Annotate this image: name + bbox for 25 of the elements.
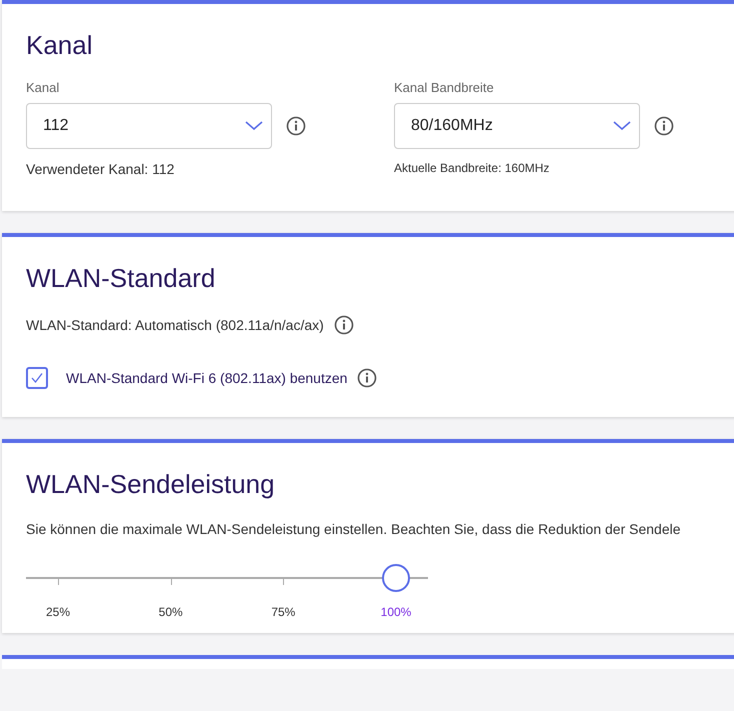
info-icon[interactable] (334, 315, 354, 335)
section-title: Kanal (26, 29, 92, 60)
slider-stop-label[interactable]: 100% (380, 605, 412, 619)
slider-thumb[interactable] (382, 564, 410, 592)
dropdown[interactable]: 80/160MHz (394, 103, 640, 149)
checkbox-label: WLAN-Standard Wi-Fi 6 (802.11ax) benutzen (66, 370, 348, 386)
chevron-down-icon (245, 121, 263, 131)
section-title: WLAN-Standard (26, 262, 216, 293)
slider-stop-label[interactable]: 25% (46, 605, 70, 619)
section-title: WLAN-Sendeleistung (26, 468, 275, 499)
check-icon (30, 372, 44, 384)
field-label: Kanal (26, 80, 60, 95)
status-text: WLAN-Standard: Automatisch (802.11a/n/ac/ax) (26, 317, 324, 333)
slider-stop-label[interactable]: 75% (271, 605, 296, 619)
dropdown[interactable]: 112 (26, 103, 272, 149)
info-icon[interactable] (357, 368, 378, 388)
checkbox[interactable] (26, 367, 48, 389)
status-text: Aktuelle Bandbreite: 160MHz (394, 161, 550, 175)
description-text: Sie können die maximale WLAN-Sendeleistung einstellen. Beachten Sie, dass die Reduktion der Sendele (26, 521, 682, 537)
info-icon[interactable] (286, 116, 306, 136)
field-label: Kanal Bandbreite (394, 80, 494, 95)
status-text: Verwendeter Kanal: 112 (26, 161, 174, 177)
info-icon[interactable] (654, 116, 674, 136)
slider-stop-label[interactable]: 50% (158, 605, 183, 619)
chevron-down-icon (613, 121, 631, 131)
